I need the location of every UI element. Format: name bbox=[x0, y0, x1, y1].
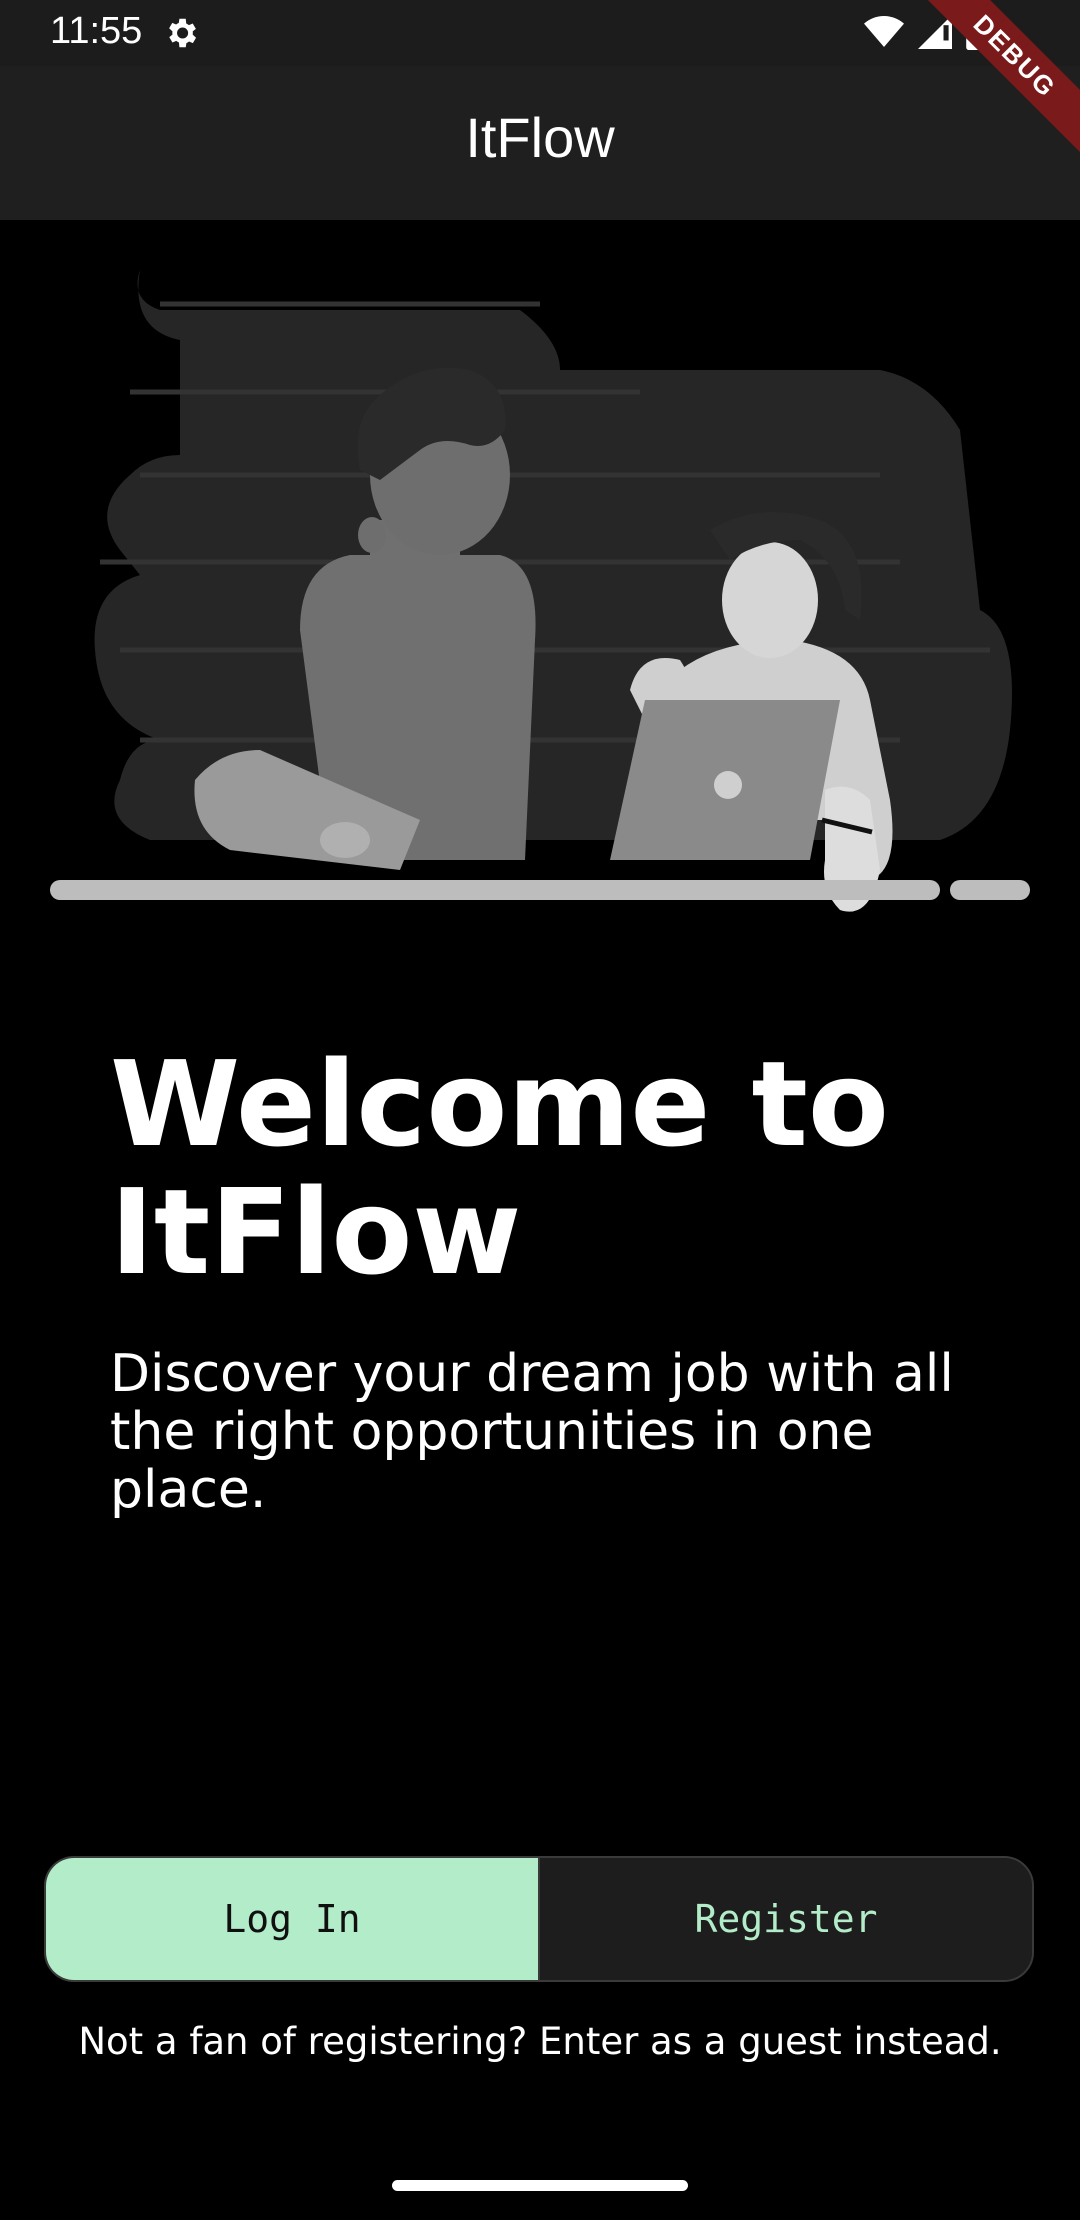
headline-line-2: ItFlow bbox=[110, 1163, 522, 1301]
gear-icon bbox=[162, 14, 200, 56]
debug-banner: DEBUG bbox=[903, 0, 1080, 168]
home-indicator[interactable] bbox=[392, 2180, 688, 2191]
welcome-subtitle: Discover your dream job with all the rig… bbox=[110, 1344, 954, 1520]
debug-banner-container: DEBUG bbox=[880, 0, 1080, 200]
welcome-headline: Welcome to ItFlow bbox=[110, 1040, 1010, 1296]
guest-entry-link[interactable]: Not a fan of registering? Enter as a gue… bbox=[0, 2020, 1080, 2063]
register-button[interactable]: Register bbox=[540, 1858, 1032, 1980]
status-time: 11:55 bbox=[50, 10, 143, 52]
login-button[interactable]: Log In bbox=[46, 1858, 540, 1980]
headline-line-1: Welcome to bbox=[110, 1035, 889, 1173]
auth-toggle: Log In Register bbox=[44, 1856, 1034, 1982]
people-with-laptop-illustration bbox=[0, 220, 1080, 960]
